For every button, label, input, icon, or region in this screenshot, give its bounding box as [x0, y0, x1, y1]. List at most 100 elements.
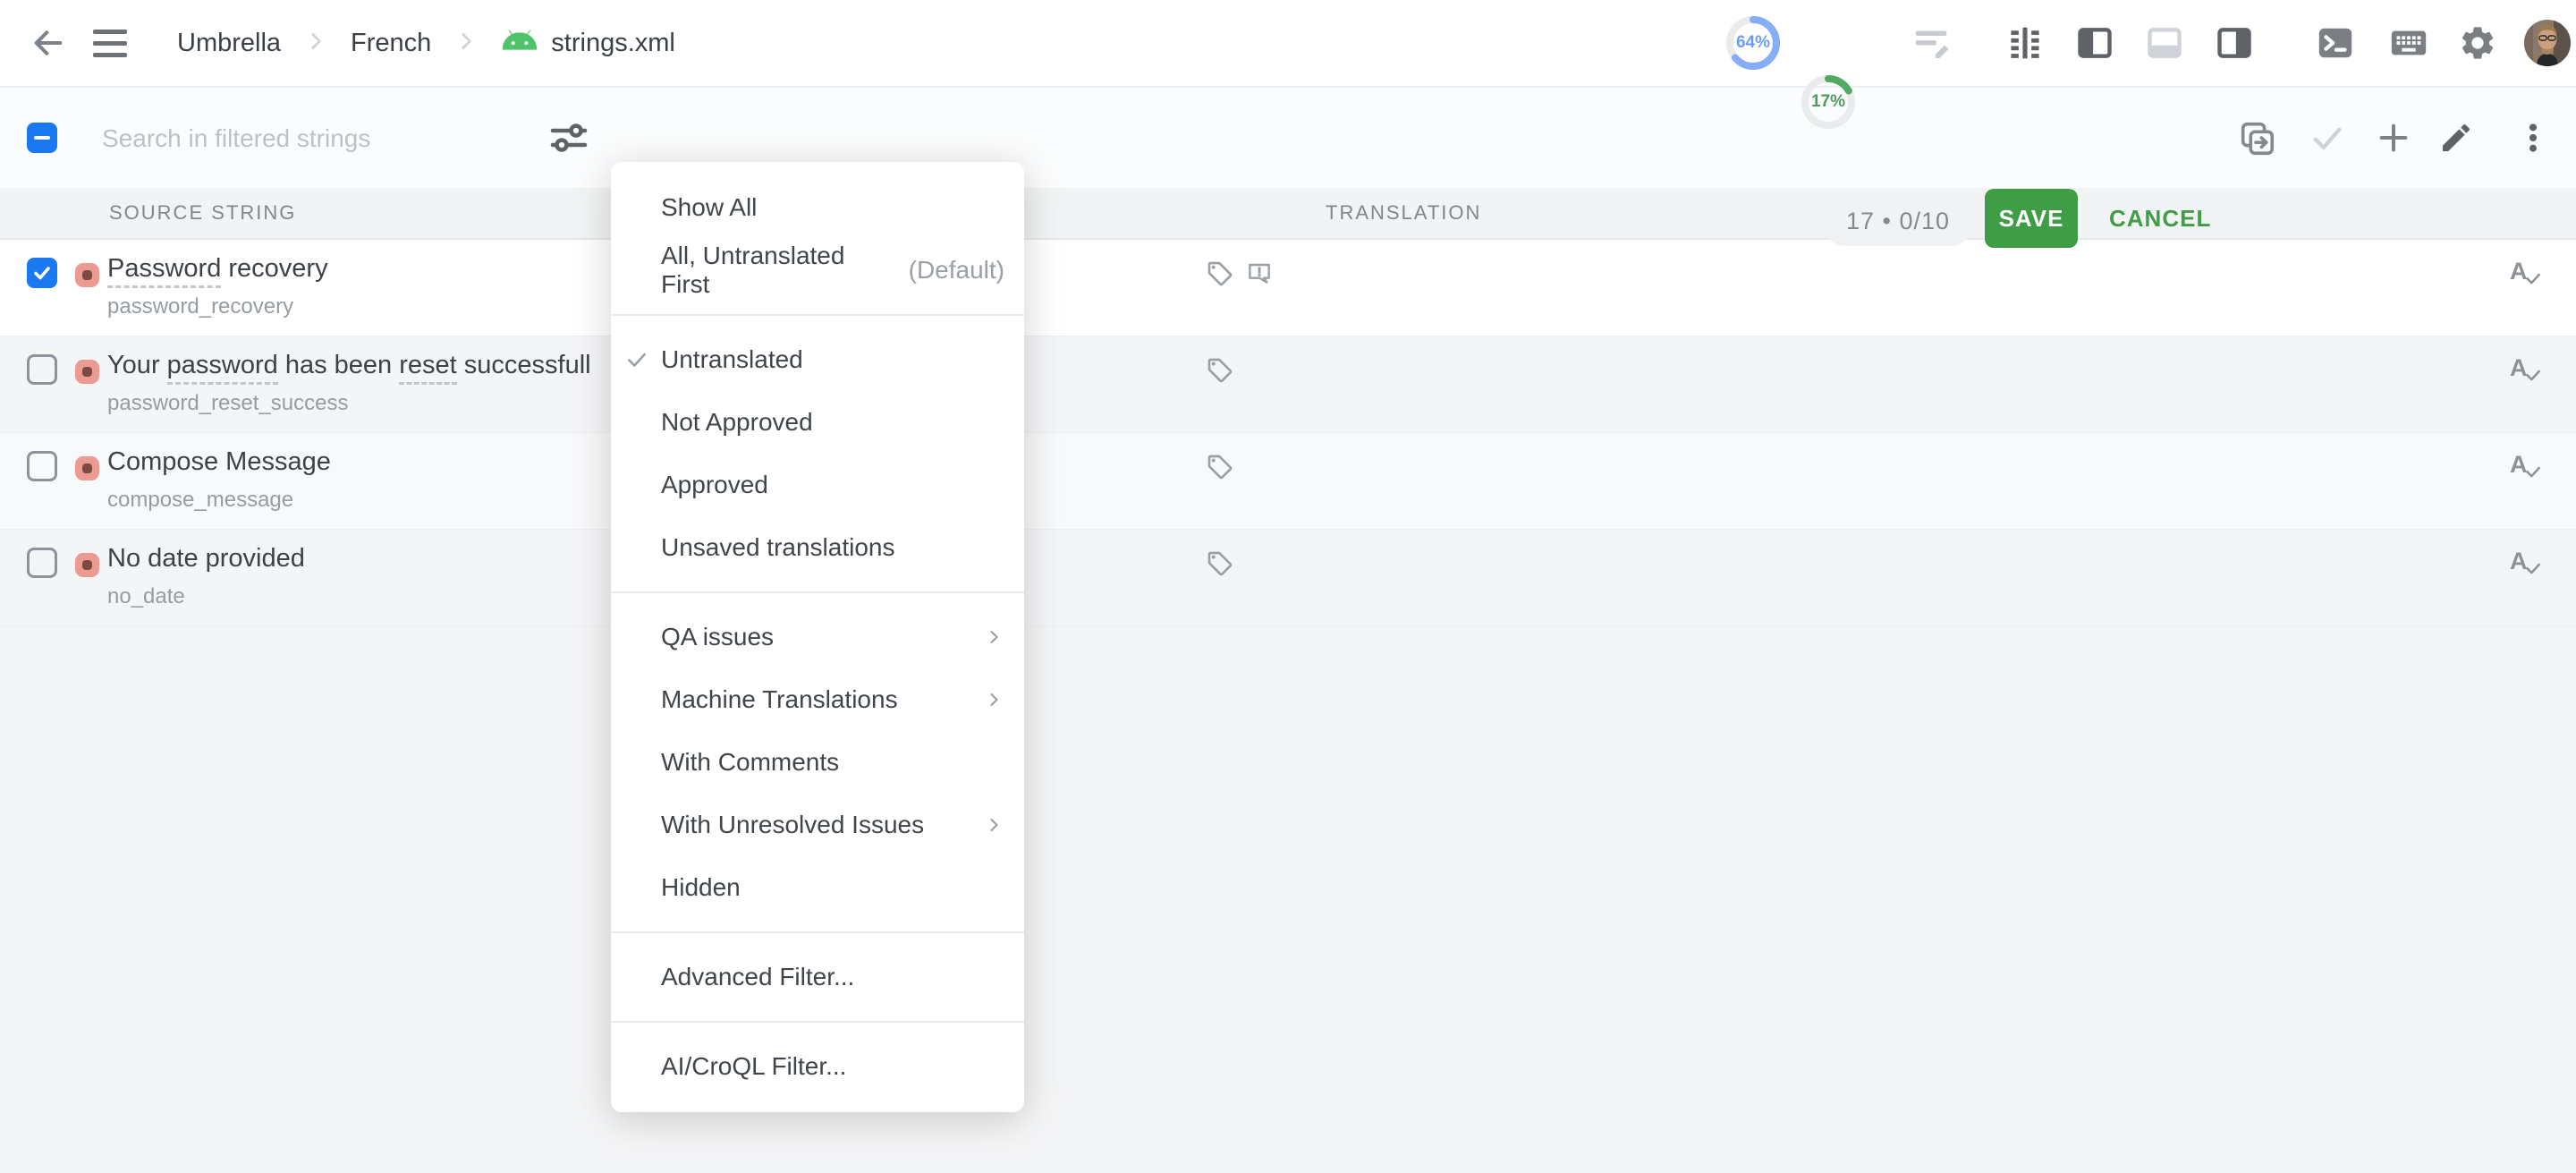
filter-menu-item[interactable]: Machine Translations [611, 668, 1024, 731]
header-right: 64% 17% [1673, 0, 2576, 86]
settings-gear-icon[interactable] [2458, 23, 2497, 63]
string-key: password_reset_success [107, 391, 591, 416]
filter-menu-item[interactable]: With Comments [611, 731, 1024, 794]
filter-menu-item-label: Unsaved translations [661, 533, 894, 562]
search-input[interactable] [100, 113, 533, 165]
translated-percent: 64% [1724, 13, 1783, 72]
copy-translation-icon[interactable] [2236, 117, 2277, 158]
chevron-right-icon [454, 30, 478, 57]
breadcrumb-project[interactable]: Umbrella [177, 29, 281, 58]
bottom-panel-view-icon[interactable] [2145, 23, 2184, 63]
source-string-text: Your password has been reset successfull [107, 351, 591, 380]
submenu-chevron-icon [983, 689, 1004, 710]
user-avatar[interactable] [2524, 20, 2571, 66]
filter-menu-item[interactable]: Show All [611, 176, 1024, 239]
breadcrumb: Umbrella French strings.xml [177, 27, 675, 60]
source-string-text: Compose Message [107, 447, 331, 477]
column-translation: TRANSLATION [1326, 188, 1481, 238]
filter-menu-item-label: Approved [661, 471, 768, 499]
table-row[interactable]: Your password has been reset successfull… [0, 336, 2576, 433]
filter-menu-item-label: Machine Translations [661, 685, 898, 714]
approved-percent: 17% [1799, 72, 1858, 132]
approved-progress-circle[interactable]: 17% [1799, 72, 1858, 132]
filter-menu-item[interactable]: QA issues [611, 606, 1024, 668]
strings-counter-badge: 17 • 0/10 [1821, 196, 1975, 246]
back-arrow-icon[interactable] [30, 25, 66, 61]
filter-menu-item-suffix: (Default) [909, 256, 1004, 285]
hamburger-menu-icon[interactable] [93, 30, 127, 57]
filter-menu-item-label: With Unresolved Issues [661, 811, 924, 839]
table-row[interactable]: No date provided no_date A [0, 530, 2576, 626]
tag-icon[interactable] [1206, 549, 1234, 582]
column-source-string: SOURCE STRING [109, 188, 296, 238]
filter-menu-item-label: AI/CroQL Filter... [661, 1052, 846, 1081]
cancel-button[interactable]: CANCEL [2109, 189, 2211, 248]
string-key: compose_message [107, 488, 331, 513]
translated-progress-circle[interactable]: 64% [1724, 13, 1783, 72]
row-checkbox[interactable] [27, 548, 57, 578]
filter-menu-item[interactable]: Approved [611, 454, 1024, 516]
filter-menu-item-label: Show All [661, 193, 757, 222]
menu-divider [611, 931, 1024, 933]
filter-menu-item-label: All, Untranslated First [661, 242, 900, 299]
selected-check-icon [625, 348, 648, 371]
filter-menu-item-label: QA issues [661, 623, 774, 651]
side-by-side-view-icon[interactable] [2005, 23, 2045, 63]
submenu-chevron-icon [983, 626, 1004, 648]
edit-list-icon[interactable] [1912, 22, 1953, 64]
search-settings-icon[interactable] [547, 116, 590, 159]
console-icon[interactable] [2315, 22, 2356, 64]
string-key: password_recovery [107, 294, 328, 319]
spellcheck-approve-icon[interactable]: A [2510, 354, 2549, 385]
tag-icon[interactable] [1206, 453, 1234, 486]
tag-icon[interactable] [1206, 259, 1234, 293]
string-key: no_date [107, 584, 305, 609]
filter-menu-item[interactable]: AI/CroQL Filter... [611, 1035, 1024, 1098]
filter-dropdown-menu: Show All All, Untranslated First (Defaul… [611, 162, 1024, 1112]
row-checkbox[interactable] [27, 258, 57, 288]
filter-menu-item[interactable]: With Unresolved Issues [611, 794, 1024, 856]
source-string-text: Password recovery [107, 254, 328, 284]
approve-check-icon[interactable] [2309, 120, 2345, 156]
row-texts: Compose Message compose_message [107, 447, 331, 513]
spellcheck-approve-icon[interactable]: A [2510, 258, 2549, 288]
filter-menu-item[interactable]: Not Approved [611, 391, 1024, 454]
select-all-checkbox[interactable] [27, 123, 57, 153]
table-row[interactable]: Password recovery password_recovery A [0, 240, 2576, 336]
filter-menu-item[interactable]: All, Untranslated First (Default) [611, 239, 1024, 302]
menu-divider [611, 314, 1024, 316]
row-texts: Password recovery password_recovery [107, 254, 328, 319]
android-file-icon [501, 27, 538, 60]
row-checkbox[interactable] [27, 354, 57, 385]
filter-menu-item[interactable]: Hidden [611, 856, 1024, 919]
filter-menu-item-label: Advanced Filter... [661, 963, 854, 991]
untranslated-status-icon [75, 553, 99, 577]
filter-menu-item[interactable]: Untranslated [611, 328, 1024, 391]
row-texts: Your password has been reset successfull… [107, 351, 591, 416]
filter-menu-item-label: With Comments [661, 748, 839, 777]
untranslated-status-icon [75, 263, 99, 287]
spellcheck-approve-icon[interactable]: A [2510, 451, 2549, 481]
add-string-icon[interactable] [2376, 120, 2411, 156]
tag-icon[interactable] [1206, 356, 1234, 389]
right-panel-view-icon[interactable] [2215, 23, 2254, 63]
spellcheck-approve-icon[interactable]: A [2510, 548, 2549, 578]
left-panel-view-icon[interactable] [2075, 23, 2114, 63]
table-row[interactable]: Compose Message compose_message A [0, 433, 2576, 530]
breadcrumb-language[interactable]: French [351, 29, 431, 58]
filter-menu-item-label: Not Approved [661, 408, 813, 437]
keyboard-icon[interactable] [2388, 22, 2429, 64]
row-checkbox[interactable] [27, 451, 57, 481]
filter-menu-item[interactable]: Unsaved translations [611, 516, 1024, 579]
breadcrumb-file[interactable]: strings.xml [501, 27, 675, 60]
editor-screen: Umbrella French strings.xml 64% 17% [0, 0, 2576, 1173]
edit-pencil-icon[interactable] [2438, 120, 2474, 156]
menu-divider [611, 1021, 1024, 1023]
filter-menu-item[interactable]: Advanced Filter... [611, 946, 1024, 1008]
save-button[interactable]: SAVE [1985, 189, 2078, 248]
untranslated-status-icon [75, 456, 99, 480]
more-options-kebab-icon[interactable] [2515, 120, 2551, 156]
submenu-chevron-icon [983, 814, 1004, 836]
source-string-text: No date provided [107, 544, 305, 574]
comment-issue-icon[interactable] [1245, 259, 1274, 293]
